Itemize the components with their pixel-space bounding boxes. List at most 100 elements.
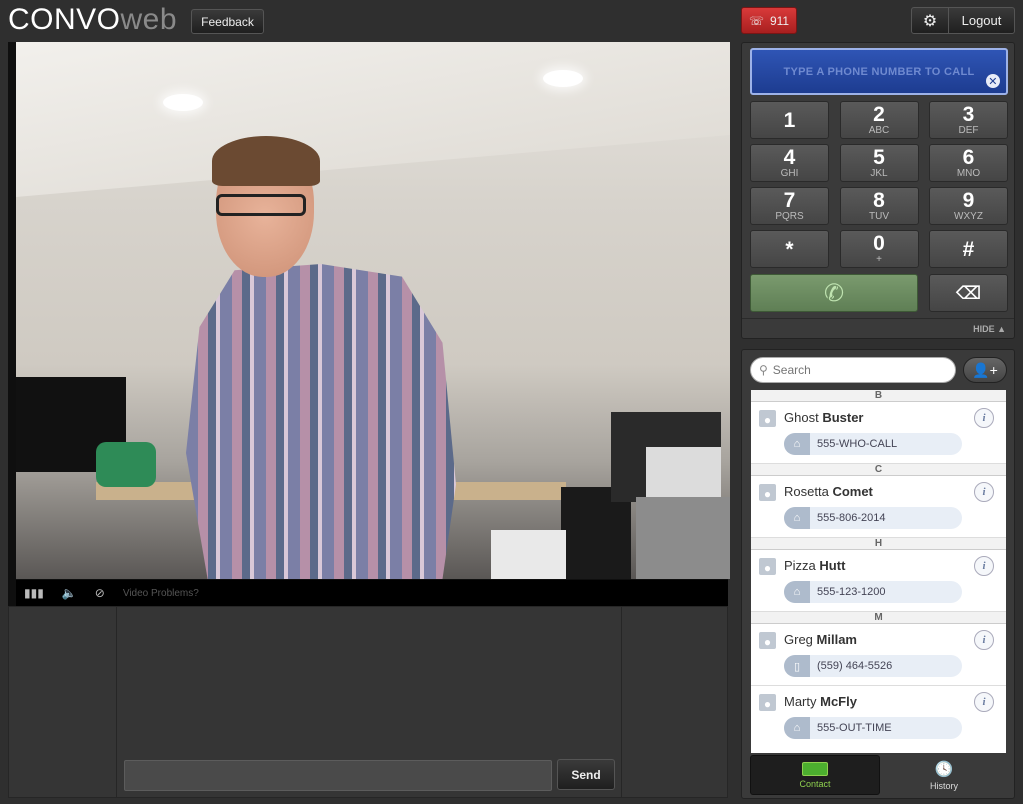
- dial-key-digit: 2: [873, 103, 885, 126]
- search-icon: ⚲: [759, 363, 768, 377]
- video-bag: [96, 442, 156, 487]
- contacts-panel: ⚲ 👤+ B ● Ghost Buster i ⌂ 555-WHO-CALL C ● Roset…: [741, 349, 1015, 799]
- contact-name: Pizza Hutt: [784, 558, 845, 573]
- video-cabinet: [636, 497, 730, 579]
- contact-card-icon: [802, 761, 828, 776]
- dial-key-0[interactable]: 0 +: [839, 230, 919, 268]
- contact-last-name: Buster: [822, 410, 864, 425]
- feedback-button[interactable]: Feedback: [191, 9, 264, 34]
- contact-avatar-icon: ●: [759, 632, 776, 649]
- video-ceiling-light: [163, 94, 203, 111]
- contact-first-name: Pizza: [784, 558, 816, 573]
- contact-item[interactable]: ● Ghost Buster i ⌂ 555-WHO-CALL: [751, 402, 1006, 464]
- contact-item[interactable]: ● Greg Millam i ▯ (559) 464-5526: [751, 624, 1006, 686]
- convo-logo: CONVOweb: [8, 3, 177, 37]
- chat-left-column: [9, 607, 117, 797]
- dial-key-star[interactable]: *: [750, 230, 829, 268]
- contact-first-name: Rosetta: [784, 484, 829, 499]
- contact-item[interactable]: ● Pizza Hutt i ⌂ 555-123-1200: [751, 550, 1006, 612]
- emergency-911-button[interactable]: ☏ 911: [741, 7, 797, 34]
- dial-key-digit: 5: [873, 146, 885, 169]
- contact-name: Rosetta Comet: [784, 484, 873, 499]
- dial-key-letters: MNO: [956, 168, 981, 179]
- video-problems-link[interactable]: Video Problems?: [123, 588, 199, 599]
- signal-quality-icon[interactable]: ▮▮▮: [24, 586, 44, 600]
- contact-phone-number[interactable]: ⌂ 555-806-2014: [784, 507, 962, 529]
- dialer-panel: TYPE A PHONE NUMBER TO CALL ✕ 1 2 ABC 3 DEF 4…: [741, 42, 1015, 339]
- dial-key-digit: 7: [783, 189, 796, 212]
- dial-key-1[interactable]: 1: [750, 101, 829, 139]
- contact-last-name: Hutt: [819, 558, 846, 573]
- tab-contact[interactable]: Contact: [750, 755, 880, 795]
- contact-avatar-icon: ●: [759, 484, 776, 501]
- backspace-button[interactable]: ⌫: [929, 274, 1008, 312]
- search-input[interactable]: [772, 363, 943, 377]
- video-frame: ▮▮▮ 🔈 ⊘ Video Problems?: [8, 42, 730, 606]
- dial-key-digit: #: [962, 237, 975, 261]
- video-ceiling: [16, 42, 730, 197]
- contact-avatar-icon: ●: [759, 410, 776, 427]
- contact-number-text: 555-806-2014: [817, 512, 886, 524]
- contact-phone-number[interactable]: ⌂ 555-WHO-CALL: [784, 433, 962, 455]
- phone-icon: ✆: [823, 279, 845, 307]
- contact-phone-number[interactable]: ⌂ 555-OUT-TIME: [784, 717, 962, 739]
- dial-key-letters: ABC: [868, 125, 890, 136]
- video-printer-tray: [646, 447, 721, 497]
- dial-key-digit: 8: [873, 189, 885, 212]
- video-box: [491, 530, 566, 579]
- dial-key-4[interactable]: 4 GHI: [750, 144, 829, 182]
- tab-label: History: [929, 780, 958, 791]
- dial-key-5[interactable]: 5 JKL: [839, 144, 919, 182]
- tab-history[interactable]: 🕓 History: [880, 755, 1008, 795]
- dial-key-digit: 6: [962, 146, 975, 169]
- hide-dialer-toggle[interactable]: HIDE ▲: [742, 318, 1014, 338]
- dial-key-hash[interactable]: #: [929, 230, 1008, 268]
- send-button[interactable]: Send: [557, 759, 615, 790]
- add-contact-button[interactable]: 👤+: [963, 357, 1007, 383]
- home-icon: ⌂: [784, 717, 810, 739]
- dial-key-9[interactable]: 9 WXYZ: [929, 187, 1008, 225]
- camera-off-icon[interactable]: ⊘: [95, 586, 105, 600]
- call-button[interactable]: ✆: [750, 274, 918, 312]
- chat-right-column: [621, 607, 727, 797]
- add-user-icon: 👤+: [972, 361, 998, 378]
- contact-item[interactable]: ● Rosetta Comet i ⌂ 555-806-2014: [751, 476, 1006, 538]
- dial-key-3[interactable]: 3 DEF: [929, 101, 1008, 139]
- contact-first-name: Marty: [784, 694, 817, 709]
- dial-key-letters: WXYZ: [954, 211, 983, 222]
- home-icon: ⌂: [784, 581, 810, 603]
- dial-key-8[interactable]: 8 TUV: [839, 187, 919, 225]
- contact-last-name: Comet: [832, 484, 873, 499]
- dial-key-6[interactable]: 6 MNO: [929, 144, 1008, 182]
- remote-video: [16, 42, 730, 579]
- phone-number-input[interactable]: TYPE A PHONE NUMBER TO CALL ✕: [750, 48, 1008, 95]
- chat-panel: [8, 606, 728, 798]
- video-person-body: [186, 264, 456, 579]
- info-icon[interactable]: i: [974, 408, 994, 428]
- settings-button[interactable]: ⚙: [911, 7, 949, 34]
- clear-icon[interactable]: ✕: [986, 74, 1000, 88]
- speaker-icon[interactable]: 🔈: [62, 586, 77, 600]
- dial-key-letters: GHI: [780, 168, 799, 179]
- info-icon[interactable]: i: [974, 692, 994, 712]
- dial-key-digit: 3: [962, 103, 975, 126]
- contact-phone-number[interactable]: ⌂ 555-123-1200: [784, 581, 962, 603]
- chat-message-input[interactable]: [124, 760, 552, 791]
- contact-number-text: 555-WHO-CALL: [817, 438, 898, 450]
- video-controls-bar: ▮▮▮ 🔈 ⊘ Video Problems?: [16, 580, 728, 606]
- contact-item[interactable]: ● Marty McFly i ⌂ 555-OUT-TIME: [751, 686, 1006, 753]
- contact-list: B ● Ghost Buster i ⌂ 555-WHO-CALL C ● Rosetta Co…: [751, 390, 1006, 753]
- info-icon[interactable]: i: [974, 556, 994, 576]
- info-icon[interactable]: i: [974, 482, 994, 502]
- video-person-glasses: [216, 194, 306, 216]
- dial-key-2[interactable]: 2 ABC: [839, 101, 919, 139]
- info-icon[interactable]: i: [974, 630, 994, 650]
- dial-key-7[interactable]: 7 PQRS: [750, 187, 829, 225]
- contact-section-header: B: [751, 390, 1006, 402]
- logout-button[interactable]: Logout: [948, 7, 1015, 34]
- contact-phone-number[interactable]: ▯ (559) 464-5526: [784, 655, 962, 677]
- contact-number-text: (559) 464-5526: [817, 660, 893, 672]
- search-box[interactable]: ⚲: [750, 357, 956, 383]
- contact-section-header: M: [751, 612, 1006, 624]
- dial-key-digit: 4: [783, 146, 796, 169]
